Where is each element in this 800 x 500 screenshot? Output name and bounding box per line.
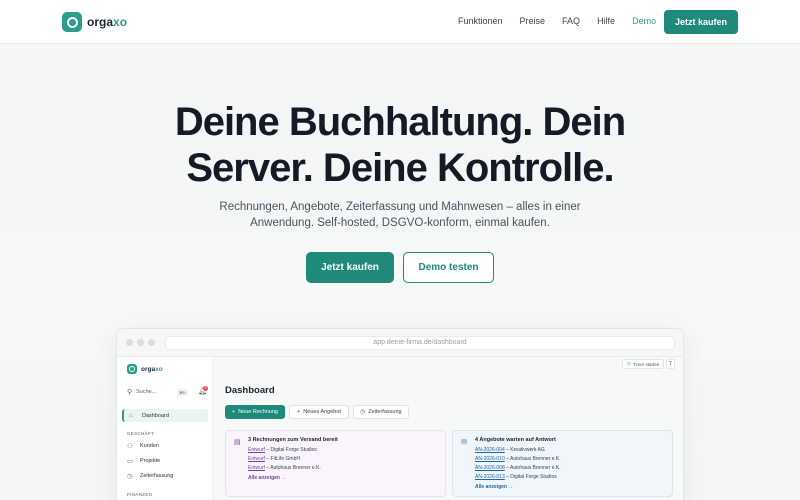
sidebar-item-kunden[interactable]: ⚇ Kunden <box>122 439 208 452</box>
list-item: Entwurf – Autohaus Brenner e.K. <box>248 465 321 471</box>
top-navbar: orgaxo Funktionen Preise FAQ Hilfe Demo … <box>0 0 800 44</box>
search-label: Suche... <box>136 389 157 395</box>
quotes-card: ✉ 4 Angebote warten auf Antwort AN-2026-… <box>452 430 673 497</box>
list-item: AN-2026-008 – Autohaus Brenner e.K. <box>475 465 561 471</box>
browser-chrome: app.deine-firma.de/dashboard <box>117 329 683 357</box>
hero-subtitle: Rechnungen, Angebote, Zeiterfassung und … <box>219 201 581 229</box>
window-dot-icon <box>148 339 155 346</box>
sidebar-item-zeiterfassung[interactable]: ◷ Zeiterfassung <box>122 469 208 482</box>
mail-icon: ✉ <box>461 439 467 446</box>
hero-demo-button[interactable]: Demo testen <box>403 252 494 283</box>
hero-buy-button[interactable]: Jetzt kaufen <box>306 252 394 283</box>
plus-icon: + <box>232 409 236 415</box>
list-item: AN-2026-004 – Kreativwerk AG <box>475 447 545 453</box>
app-logo: orgaxo <box>127 364 163 374</box>
app-search[interactable]: ⚲ Suche... <box>127 388 156 396</box>
show-all-invoices-link[interactable]: Alle anzeigen → <box>248 475 286 481</box>
show-all-quotes-link[interactable]: Alle anzeigen → <box>475 484 513 490</box>
hero-title: Deine Buchhaltung. Dein Server. Deine Ko… <box>174 100 626 190</box>
timer-icon: ◷ <box>627 361 631 366</box>
page-title: Dashboard <box>225 385 275 396</box>
nav-link-demo[interactable]: Demo <box>632 16 656 26</box>
list-item: Entwurf – FitLife GmbH <box>248 456 300 462</box>
window-dot-icon <box>126 339 133 346</box>
clock-icon: ◷ <box>127 472 133 480</box>
nav-link-funktionen[interactable]: Funktionen <box>458 16 503 26</box>
timer-start-button[interactable]: ◷ Timer starten <box>622 359 665 369</box>
brand-name: orgaxo <box>87 15 128 29</box>
app-sidebar: orgaxo ⚲ Suche... ⌘K 🔔︎ 3 ⌂ Dashboard GE… <box>117 357 213 500</box>
nav-link-faq[interactable]: FAQ <box>562 16 580 26</box>
plus-icon: + <box>297 409 301 415</box>
logo-icon <box>62 12 82 32</box>
sidebar-section-geschaeft: GESCHÄFT <box>127 431 155 436</box>
search-shortcut: ⌘K <box>177 389 188 396</box>
document-icon: ▤ <box>234 439 241 446</box>
sidebar-section-finanzen: FINANZEN <box>127 492 153 497</box>
timer-shortcut: T <box>666 359 675 369</box>
clock-icon: ◷ <box>360 409 366 415</box>
nav-link-hilfe[interactable]: Hilfe <box>597 16 615 26</box>
list-item: AN-2026-013 – Digital Forge Studios <box>475 474 557 480</box>
nav-links: Funktionen Preise FAQ Hilfe Demo <box>458 16 673 26</box>
brand-logo[interactable]: orgaxo <box>62 12 127 32</box>
nav-buy-button[interactable]: Jetzt kaufen <box>664 10 738 34</box>
new-quote-button[interactable]: + Neues Angebot <box>289 405 349 419</box>
search-icon: ⚲ <box>127 389 133 396</box>
window-dot-icon <box>137 339 144 346</box>
list-item: Entwurf – Digital Forge Studios <box>248 447 317 453</box>
sidebar-item-projekte[interactable]: ▭ Projekte <box>122 454 208 467</box>
logo-icon <box>127 364 137 374</box>
home-icon: ⌂ <box>129 412 133 419</box>
folder-icon: ▭ <box>127 457 134 465</box>
list-item: AN-2026-010 – Autohaus Brenner e.K. <box>475 456 561 462</box>
address-bar: app.deine-firma.de/dashboard <box>165 336 675 350</box>
time-tracking-button[interactable]: ◷ Zeiterfassung <box>353 405 409 419</box>
sidebar-item-dashboard[interactable]: ⌂ Dashboard <box>122 409 208 422</box>
new-invoice-button[interactable]: + Neue Rechnung <box>225 405 285 419</box>
nav-link-preise[interactable]: Preise <box>520 16 546 26</box>
users-icon: ⚇ <box>127 442 133 450</box>
app-preview-window: app.deine-firma.de/dashboard orgaxo ⚲ Su… <box>116 328 684 500</box>
invoices-card: ▤ 3 Rechnungen zum Versand bereit Entwur… <box>225 430 446 497</box>
notification-badge: 3 <box>203 386 208 391</box>
